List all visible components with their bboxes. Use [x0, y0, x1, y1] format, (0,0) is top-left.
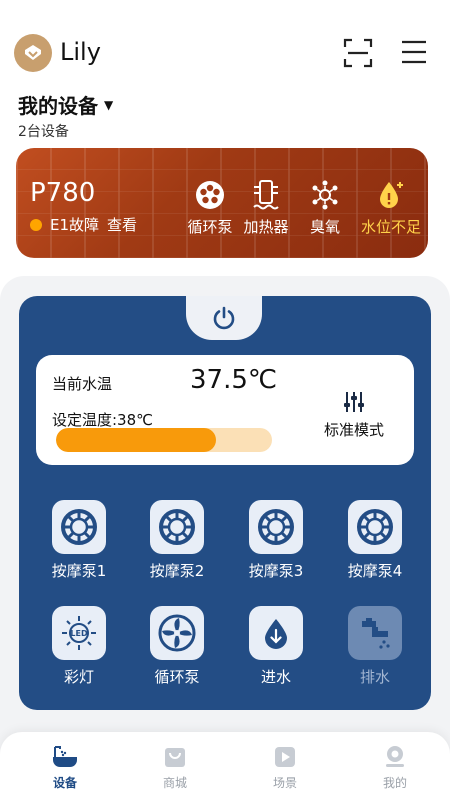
- feature-label: 循环泵: [187, 218, 233, 236]
- button-label: 按摩泵3: [248, 562, 304, 580]
- tab-scenes[interactable]: 场景: [250, 744, 320, 791]
- tab-profile[interactable]: 我的: [360, 744, 430, 791]
- mode-label: 标准模式: [323, 421, 384, 439]
- device-count: 2台设备: [18, 124, 69, 140]
- status-bar: [0, 0, 450, 22]
- water-inlet-button[interactable]: 进水: [236, 606, 316, 687]
- bathtub-icon: [53, 746, 77, 767]
- tab-label: 我的: [382, 776, 407, 790]
- temperature-card: 当前水温 37.5℃ 设定温度:38℃ 标准模式: [36, 355, 414, 465]
- led-light-icon: LED: [62, 616, 96, 650]
- power-icon: [213, 306, 235, 330]
- tab-label: 场景: [272, 776, 297, 790]
- view-fault-link[interactable]: 查看: [107, 214, 137, 235]
- set-temp-slider-fill: [56, 428, 216, 452]
- massage-pump-1-button[interactable]: 按摩泵1: [39, 500, 119, 581]
- circulation-pump-icon: [196, 181, 224, 209]
- feature-heater: 加热器: [236, 178, 296, 237]
- scan-icon[interactable]: [343, 38, 373, 68]
- tab-label: 商城: [162, 776, 187, 790]
- drain-button[interactable]: 排水: [335, 606, 415, 687]
- feature-circulation-pump: 循环泵: [180, 178, 240, 237]
- set-temp-slider[interactable]: [56, 428, 272, 452]
- button-label: 按摩泵2: [149, 562, 205, 580]
- tab-label: 设备: [52, 776, 77, 790]
- user-name: Lily: [60, 38, 101, 66]
- feature-ozone: 臭氧: [295, 178, 355, 237]
- massage-pump-icon: [61, 509, 97, 545]
- heater-icon: [253, 180, 279, 210]
- circulation-pump-button[interactable]: 循环泵: [137, 606, 217, 687]
- water-level-warning-icon: [380, 182, 403, 208]
- fault-status: E1故障 查看: [30, 214, 137, 235]
- device-selector[interactable]: 我的设备 ▼ 2台设备: [18, 90, 113, 141]
- feature-label: 臭氧: [309, 218, 340, 236]
- brand-logo-icon: [25, 45, 41, 60]
- devices-title: 我的设备: [18, 94, 98, 118]
- device-banner[interactable]: P780 E1故障 查看 循环泵 加热器 臭氧 水位不足: [16, 148, 428, 258]
- device-model: P780: [30, 178, 96, 208]
- massage-pump-icon: [258, 509, 294, 545]
- drain-icon: [362, 618, 390, 649]
- tab-devices[interactable]: 设备: [30, 744, 100, 791]
- button-label: 按摩泵1: [51, 562, 107, 580]
- feature-water-level: 水位不足: [356, 178, 426, 237]
- current-temp-label: 当前水温: [52, 375, 113, 393]
- feature-label: 加热器: [243, 218, 289, 236]
- profile-icon: [386, 746, 404, 767]
- current-temp-value: 37.5℃: [190, 365, 278, 395]
- fault-dot-icon: [30, 218, 42, 231]
- massage-pump-4-button[interactable]: 按摩泵4: [335, 500, 415, 581]
- svg-text:LED: LED: [70, 629, 88, 638]
- circulation-pump-icon: [158, 614, 196, 652]
- button-label: 排水: [359, 668, 390, 686]
- shopping-bag-icon: [165, 748, 185, 767]
- button-label: 进水: [260, 668, 291, 686]
- sliders-icon: [344, 392, 364, 412]
- ozone-icon: [312, 180, 338, 210]
- bottom-tab-bar: 设备 商城 场景 我的: [0, 732, 450, 800]
- water-inlet-icon: [265, 619, 287, 649]
- button-label: 循环泵: [154, 668, 200, 686]
- mode-button[interactable]: 标准模式: [306, 391, 402, 440]
- tab-shop[interactable]: 商城: [140, 744, 210, 791]
- avatar[interactable]: [14, 34, 52, 72]
- button-label: 按摩泵4: [347, 562, 403, 580]
- top-bar: Lily: [0, 30, 450, 76]
- massage-pump-icon: [357, 509, 393, 545]
- massage-pump-icon: [159, 509, 195, 545]
- fault-code: E1故障: [50, 216, 100, 234]
- power-button[interactable]: [186, 296, 262, 340]
- led-light-button[interactable]: LED 彩灯: [39, 606, 119, 687]
- button-label: 彩灯: [63, 668, 94, 686]
- massage-pump-3-button[interactable]: 按摩泵3: [236, 500, 316, 581]
- menu-icon[interactable]: [400, 38, 428, 66]
- play-icon: [275, 747, 295, 767]
- massage-pump-2-button[interactable]: 按摩泵2: [137, 500, 217, 581]
- set-temp-label: 设定温度:38℃: [52, 411, 153, 429]
- caret-down-icon: ▼: [104, 97, 114, 112]
- feature-label: 水位不足: [360, 218, 421, 236]
